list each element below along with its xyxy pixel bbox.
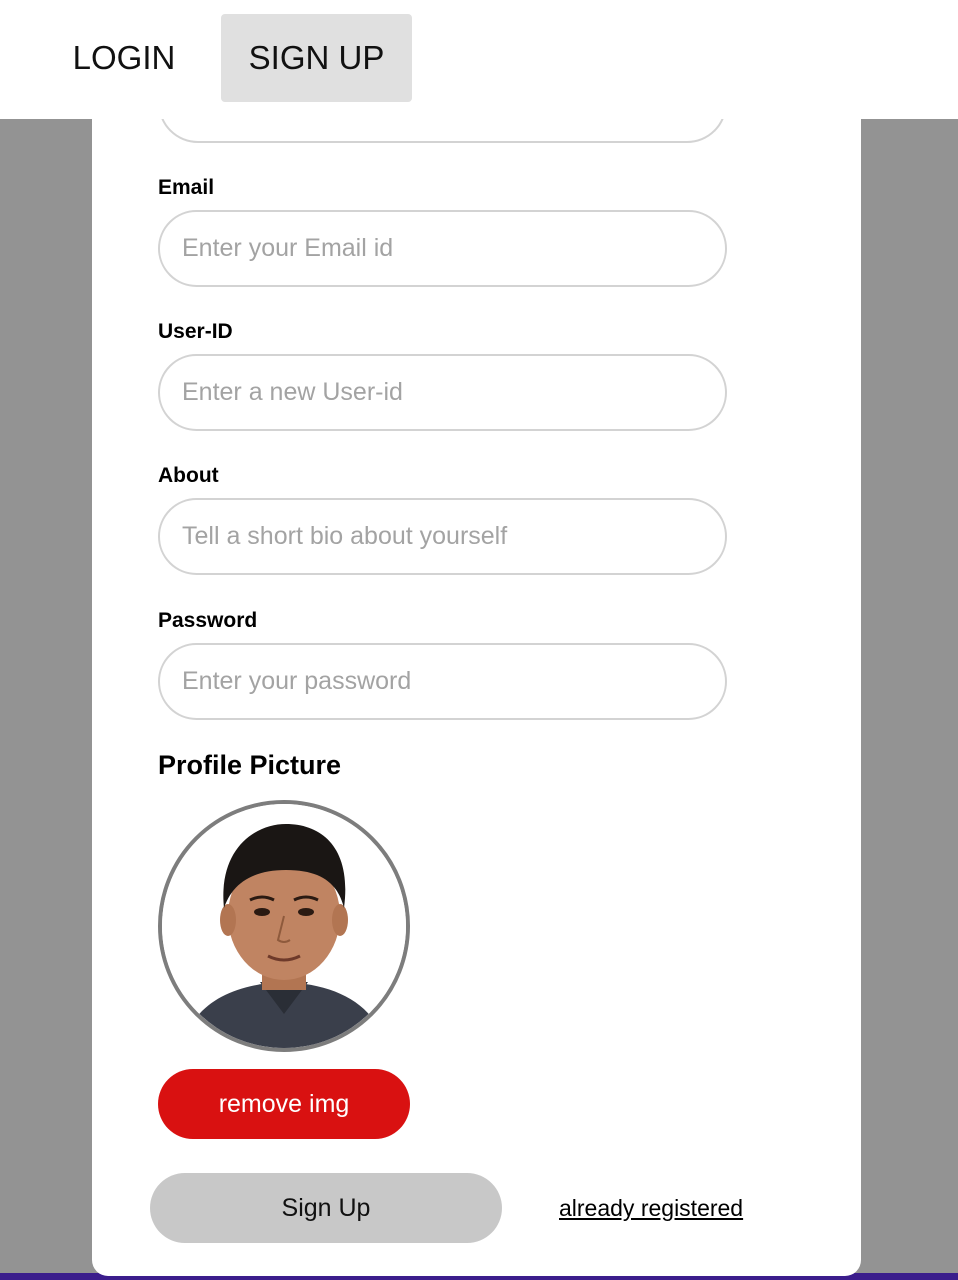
signup-submit-button[interactable]: Sign Up	[150, 1173, 502, 1243]
password-label: Password	[158, 609, 258, 632]
email-field[interactable]	[158, 210, 727, 287]
email-label: Email	[158, 176, 215, 199]
profile-picture-title: Profile Picture	[158, 750, 342, 780]
remove-image-button[interactable]: remove img	[158, 1069, 410, 1139]
about-label: About	[158, 464, 219, 487]
profile-photo-image	[162, 804, 406, 1048]
already-registered-link[interactable]: already registered	[559, 1195, 743, 1222]
about-field[interactable]	[158, 498, 727, 575]
profile-avatar[interactable]	[158, 800, 410, 1052]
userid-field[interactable]	[158, 354, 727, 431]
userid-label: User-ID	[158, 320, 233, 343]
tab-login[interactable]: LOGIN	[50, 14, 198, 102]
tab-signup[interactable]: SIGN UP	[221, 14, 412, 102]
password-field[interactable]	[158, 643, 727, 720]
top-nav: LOGIN SIGN UP	[0, 0, 958, 119]
